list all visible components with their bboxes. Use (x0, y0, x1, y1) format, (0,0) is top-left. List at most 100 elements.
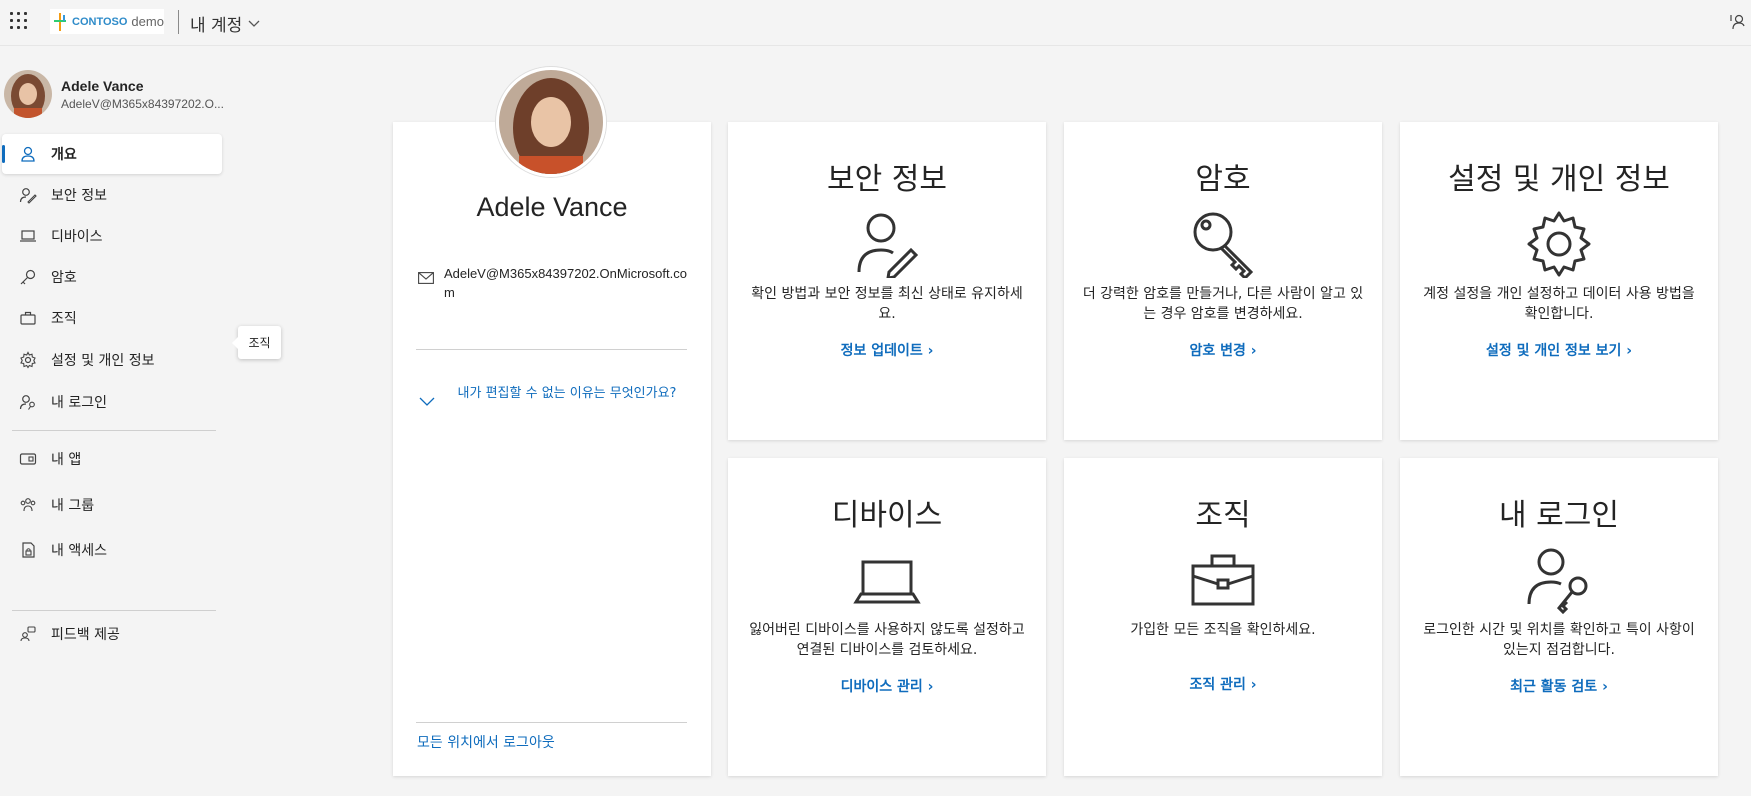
app-title: 내 계정 (190, 16, 243, 36)
tile-security-info: 보안 정보 확인 방법과 보안 정보를 최신 상태로 유지하세요. 정보 업데이… (728, 122, 1046, 440)
tile-title: 조직 (1195, 498, 1251, 533)
apps-icon (17, 448, 39, 470)
chevron-right-icon: › (927, 679, 934, 695)
profile-display-name: Adele Vance (476, 192, 628, 222)
sidebar-item-label: 내 액세스 (51, 543, 107, 559)
sidebar-divider (12, 430, 216, 431)
tile-description: 확인 방법과 보안 정보를 최신 상태로 유지하세요. (751, 286, 1023, 322)
sidebar-item-label: 암호 (51, 270, 77, 286)
key-icon (1193, 212, 1254, 278)
people-icon (17, 494, 39, 516)
tile-description: 계정 설정을 개인 설정하고 데이터 사용 방법을 확인합니다. (1423, 286, 1695, 322)
tile-title: 설정 및 개인 정보 (1448, 162, 1670, 197)
tile-description: 로그인한 시간 및 위치를 확인하고 특이 사항이 있는지 점검합니다. (1423, 622, 1695, 658)
tile-description: 더 강력한 암호를 만들거나, 다른 사람이 알고 있는 경우 암호를 변경하세… (1082, 286, 1364, 322)
person-edit-icon (857, 213, 919, 278)
brand-suffix: demo (131, 14, 164, 29)
sidebar-item-label: 내 앱 (51, 452, 82, 468)
laptop-icon (853, 560, 921, 604)
sidebar-item-password[interactable]: 암호 (2, 257, 222, 297)
briefcase-icon (1191, 554, 1255, 606)
contact-card-icon[interactable] (1728, 12, 1748, 32)
sidebar-item-settings-privacy[interactable]: 설정 및 개인 정보 (2, 340, 222, 380)
tile-settings-privacy: 설정 및 개인 정보 계정 설정을 개인 설정하고 데이터 사용 방법을 확인합… (1400, 122, 1718, 440)
profile-email: AdeleV@M365x84397202.O... (61, 97, 224, 111)
profile-email-row: AdeleV@M365x84397202.OnMicrosoft.com (418, 264, 688, 302)
sidebar-profile: Adele Vance AdeleV@M365x84397202.O... (4, 70, 224, 120)
link-label: 최근 활동 검토 (1510, 679, 1598, 695)
lock-doc-icon (17, 539, 39, 561)
sidebar-item-organizations[interactable]: 조직 (2, 298, 222, 338)
tile-my-signins: 내 로그인 로그인한 시간 및 위치를 확인하고 특이 사항이 있는지 점검합니… (1400, 458, 1718, 776)
tile-title: 암호 (1195, 162, 1251, 197)
tile-devices: 디바이스 잃어버린 디바이스를 사용하지 않도록 설정하고 연결된 디바이스를 … (728, 458, 1046, 776)
sidebar-item-my-groups[interactable]: 내 그룹 (2, 485, 222, 525)
chevron-right-icon: › (1250, 677, 1257, 693)
review-recent-activity-link[interactable]: 최근 활동 검토 › (1400, 676, 1718, 696)
view-settings-link[interactable]: 설정 및 개인 정보 보기 › (1400, 340, 1718, 360)
tile-description: 가입한 모든 조직을 확인하세요. (1130, 622, 1316, 638)
contoso-logo[interactable]: CONTOSO demo (50, 9, 164, 34)
manage-organizations-link[interactable]: 조직 관리 › (1064, 674, 1382, 694)
person-key-icon (17, 391, 39, 413)
sidebar-item-overview[interactable]: 개요 (2, 134, 222, 174)
chevron-right-icon: › (1602, 679, 1608, 695)
link-label: 조직 관리 (1189, 677, 1246, 693)
sidebar-item-give-feedback[interactable]: 피드백 제공 (2, 614, 222, 654)
tile-password: 암호 더 강력한 암호를 만들거나, 다른 사람이 알고 있는 경우 암호를 변… (1064, 122, 1382, 440)
brand-name: CONTOSO (72, 15, 128, 28)
laptop-icon (17, 225, 39, 247)
feedback-icon (17, 623, 39, 645)
link-label: 암호 변경 (1189, 343, 1246, 359)
chevron-down-icon (419, 386, 437, 411)
person-key-icon (1527, 548, 1588, 614)
chevron-down-icon (248, 20, 260, 27)
profile-name: Adele Vance (61, 78, 144, 94)
profile-divider (416, 349, 687, 350)
sidebar-item-label: 개요 (51, 147, 77, 163)
change-password-link[interactable]: 암호 변경 › (1064, 340, 1382, 360)
link-label: 설정 및 개인 정보 보기 (1485, 343, 1622, 359)
account-menu-button[interactable]: 내 계정 (190, 11, 260, 36)
sidebar-item-devices[interactable]: 디바이스 (2, 216, 222, 256)
avatar (4, 70, 52, 118)
tile-organizations: 조직 가입한 모든 조직을 확인하세요. 조직 관리 › (1064, 458, 1382, 776)
chevron-right-icon: › (1626, 343, 1633, 359)
tile-title: 보안 정보 (827, 162, 947, 197)
mail-icon (418, 264, 436, 302)
chevron-right-icon: › (927, 343, 934, 359)
sign-out-everywhere-link[interactable]: 모든 위치에서 로그아웃 (417, 732, 555, 752)
sidebar-item-label: 내 그룹 (51, 498, 95, 514)
sidebar-item-my-apps[interactable]: 내 앱 (2, 439, 222, 479)
sidebar-item-my-access[interactable]: 내 액세스 (2, 530, 222, 570)
profile-divider (416, 722, 687, 723)
why-cant-edit-label: 내가 편집할 수 없는 이유는 무엇인가요? (457, 386, 677, 401)
person-edit-icon (17, 184, 39, 206)
briefcase-icon (17, 307, 39, 329)
topbar-divider (178, 10, 179, 34)
tile-description: 잃어버린 디바이스를 사용하지 않도록 설정하고 연결된 디바이스를 검토하세요… (749, 622, 1025, 658)
sidebar-item-my-signins[interactable]: 내 로그인 (2, 382, 222, 422)
sidebar-divider (12, 610, 216, 611)
why-cant-edit-link[interactable]: 내가 편집할 수 없는 이유는 무엇인가요? (419, 386, 687, 411)
sidebar-item-security-info[interactable]: 보안 정보 (2, 175, 222, 215)
tile-title: 내 로그인 (1499, 498, 1619, 533)
profile-photo[interactable] (496, 67, 606, 177)
tooltip: 조직 (232, 326, 281, 359)
profile-email-full: AdeleV@M365x84397202.OnMicrosoft.com (443, 266, 687, 300)
manage-devices-link[interactable]: 디바이스 관리 › (728, 676, 1046, 696)
gear-icon (17, 349, 39, 371)
link-label: 정보 업데이트 (840, 343, 923, 359)
update-info-link[interactable]: 정보 업데이트 › (728, 340, 1046, 360)
sidebar-item-label: 조직 (51, 311, 77, 327)
key-icon (17, 266, 39, 288)
sidebar-item-label: 디바이스 (51, 229, 103, 245)
contoso-logo-icon (54, 12, 68, 31)
gear-icon (1527, 211, 1591, 277)
sidebar-item-label: 보안 정보 (51, 188, 107, 204)
chevron-right-icon: › (1250, 343, 1257, 359)
link-label: 디바이스 관리 (840, 679, 923, 695)
app-launcher-icon[interactable] (10, 12, 28, 30)
sidebar-item-label: 피드백 제공 (51, 627, 120, 643)
person-icon (17, 143, 39, 165)
